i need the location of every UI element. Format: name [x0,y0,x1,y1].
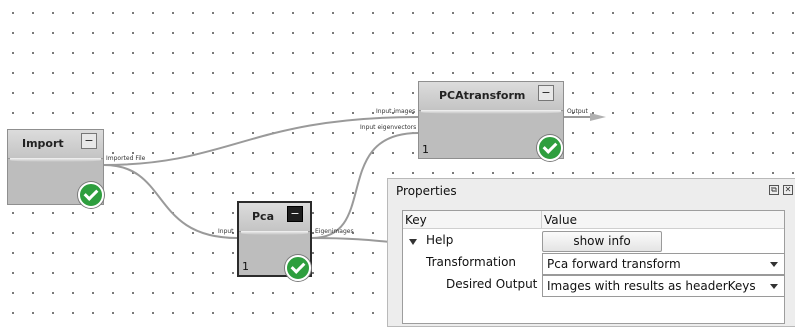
pcatransform-status-ok-icon [537,135,563,161]
pca-status-ok-icon [285,255,311,281]
column-header-value[interactable]: Value [542,211,784,229]
pca-node-header[interactable]: Pca − [239,203,310,235]
pcatransform-input-images-port-label[interactable]: Input images [376,108,415,115]
pca-collapse-button[interactable]: − [287,206,303,222]
pcatransform-input-eigenvectors-port-label[interactable]: Input eigenvectors [360,124,416,131]
properties-table: Key Value Help show info Transformation … [402,210,785,324]
pca-output-port-label[interactable]: Eigenimages [315,228,354,235]
pcatransform-node-count: 1 [422,143,429,156]
import-node[interactable]: Import − [7,129,104,208]
help-key: Help [426,233,454,247]
pca-node-count: 1 [242,260,249,273]
close-panel-icon[interactable]: ✕ [783,185,793,195]
transformation-select-value: Pca forward transform [547,257,681,271]
import-status-ok-icon [78,182,104,208]
import-node-header[interactable]: Import − [8,130,103,162]
wire-pca-to-next [311,237,391,243]
import-collapse-button[interactable]: − [81,133,97,149]
desired-output-key: Desired Output [446,277,538,291]
float-panel-icon[interactable]: ⧉ [769,185,779,195]
properties-panel: Properties ⧉ ✕ Key Value Help show info … [387,178,795,327]
chevron-down-icon [770,262,778,267]
import-node-title: Import [22,137,64,150]
chevron-down-icon [770,284,778,289]
pca-node-title: Pca [252,210,275,223]
properties-title: Properties [396,184,457,198]
pcatransform-node-header[interactable]: PCAtransform − [419,82,563,114]
pcatransform-node-title: PCAtransform [439,89,526,102]
desired-output-select[interactable]: Images with results as headerKeys [542,275,785,297]
transformation-key: Transformation [426,255,517,269]
show-info-button[interactable]: show info [542,231,662,252]
desired-output-select-value: Images with results as headerKeys [547,279,756,293]
transformation-select[interactable]: Pca forward transform [542,253,785,275]
column-header-key[interactable]: Key [403,211,542,229]
pcatransform-node[interactable]: PCAtransform − 1 [418,81,564,161]
pca-node[interactable]: Pca − 1 [237,201,312,281]
pcatransform-collapse-button[interactable]: − [538,85,554,101]
output-arrow-icon [590,113,606,121]
pca-input-port-label[interactable]: Input [218,228,234,235]
pcatransform-output-port-label[interactable]: Output [567,108,588,115]
import-output-port-label[interactable]: Imported File [106,155,145,162]
expand-transformation-icon[interactable] [409,239,417,245]
